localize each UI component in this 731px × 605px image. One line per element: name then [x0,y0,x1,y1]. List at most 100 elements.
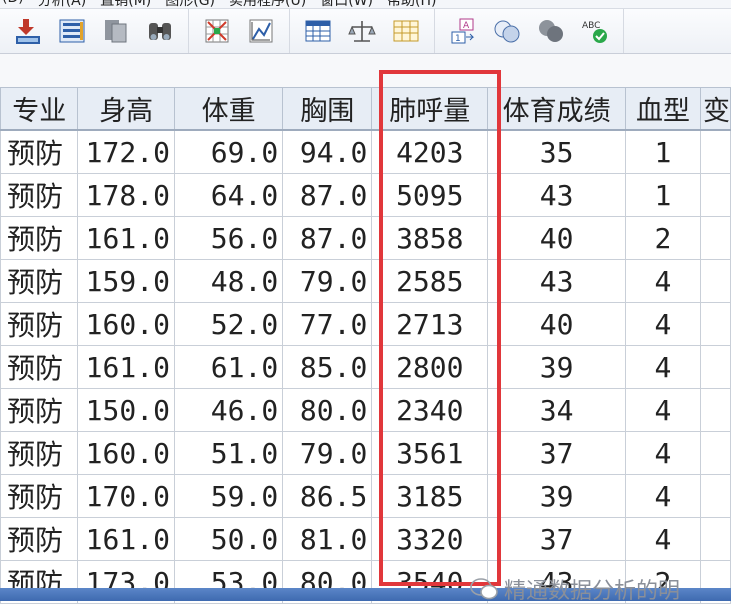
table-cell-empty[interactable] [699,302,731,346]
column-header[interactable]: 血型 [624,87,701,131]
table-cell[interactable]: 预防 [0,517,79,561]
table-cell[interactable]: 87.0 [282,216,373,260]
table-cell[interactable]: 40 [487,216,626,260]
table-cell[interactable]: 4 [624,474,701,518]
table-cell[interactable]: 80.0 [282,388,373,432]
table-cell[interactable]: 预防 [0,474,79,518]
table-cell[interactable]: 64.0 [173,173,284,217]
table-cell[interactable]: 4 [624,431,701,475]
table-cell[interactable]: 预防 [0,388,79,432]
table-cell[interactable]: 86.5 [282,474,373,518]
table-cell[interactable]: 51.0 [173,431,284,475]
menu-item[interactable]: 分析(A) [38,0,87,8]
chart-builder-icon[interactable] [246,16,276,46]
table-cell-empty[interactable] [699,129,731,174]
table-cell[interactable]: 4203 [371,129,489,174]
table-cell[interactable]: 2 [624,216,701,260]
menu-item[interactable]: 图形(G) [165,0,215,8]
table-cell[interactable]: 52.0 [173,302,284,346]
table-cell[interactable]: 56.0 [173,216,284,260]
table-cell[interactable]: 预防 [0,129,79,174]
menu-item[interactable]: 直销(M) [100,0,151,8]
table-cell[interactable]: 37 [487,517,626,561]
table-cell[interactable]: 37 [487,431,626,475]
table-cell[interactable]: 79.0 [282,431,373,475]
table-cell[interactable]: 1 [624,173,701,217]
column-header[interactable]: 体育成绩 [487,87,626,131]
table-cell[interactable]: 4 [624,345,701,389]
column-header[interactable]: 体重 [173,87,284,131]
column-header[interactable]: 专业 [0,87,79,131]
table-cell[interactable]: 170.0 [77,474,175,518]
column-header[interactable]: 肺呼量 [371,87,489,131]
find-icon[interactable] [145,16,175,46]
table-cell[interactable]: 4 [624,259,701,303]
table-cell-empty[interactable] [699,388,731,432]
table-cell[interactable]: 39 [487,474,626,518]
menu-item[interactable]: 实用程序(U) [229,0,306,8]
column-header[interactable]: 胸围 [282,87,373,131]
table-cell[interactable]: 3858 [371,216,489,260]
table-cell[interactable]: 预防 [0,216,79,260]
table-cell[interactable]: 150.0 [77,388,175,432]
table-cell[interactable]: 172.0 [77,129,175,174]
table-cell[interactable]: 69.0 [173,129,284,174]
table-cell[interactable]: 59.0 [173,474,284,518]
table-cell[interactable]: 40 [487,302,626,346]
table-cell[interactable]: 48.0 [173,259,284,303]
table-cell[interactable]: 94.0 [282,129,373,174]
table-cell[interactable]: 35 [487,129,626,174]
table-cell[interactable]: 5095 [371,173,489,217]
variables-list-icon[interactable] [57,16,87,46]
menu-item[interactable]: 窗口(W) [320,0,373,8]
table-cell[interactable]: 161.0 [77,345,175,389]
table-cell-empty[interactable] [699,259,731,303]
table-cell[interactable]: 79.0 [282,259,373,303]
table-cell[interactable]: 预防 [0,302,79,346]
table-cell[interactable]: 1 [624,129,701,174]
table-cell-empty[interactable] [699,517,731,561]
table-cell[interactable]: 50.0 [173,517,284,561]
bubbles-icon[interactable] [536,16,566,46]
table-cell[interactable]: 3561 [371,431,489,475]
table-cell[interactable]: 34 [487,388,626,432]
data-table-icon[interactable] [303,16,333,46]
table-cell-empty[interactable] [699,345,731,389]
table-cell[interactable]: 46.0 [173,388,284,432]
table-cell[interactable]: 3320 [371,517,489,561]
table-cell-empty[interactable] [699,173,731,217]
table-cell-empty[interactable] [699,216,731,260]
table-cell[interactable]: 61.0 [173,345,284,389]
spelling-icon[interactable]: ABC [580,16,610,46]
table-cell[interactable]: 81.0 [282,517,373,561]
table-cell[interactable]: 4 [624,388,701,432]
table-cell[interactable]: 160.0 [77,302,175,346]
split-file-icon[interactable] [101,16,131,46]
table-cell[interactable]: 43 [487,259,626,303]
table-cell[interactable]: 2585 [371,259,489,303]
table-cell[interactable]: 77.0 [282,302,373,346]
insert-variable-icon[interactable]: A1 [448,16,478,46]
table-cell-empty[interactable] [699,431,731,475]
table-cell[interactable]: 3185 [371,474,489,518]
table-cell-empty[interactable] [699,474,731,518]
table-cell[interactable]: 预防 [0,431,79,475]
table-cell[interactable]: 预防 [0,173,79,217]
import-data-icon[interactable] [13,16,43,46]
table-cell[interactable]: 预防 [0,259,79,303]
table-cell[interactable]: 161.0 [77,216,175,260]
table-cell[interactable]: 预防 [0,345,79,389]
table-cell[interactable]: 178.0 [77,173,175,217]
circles-icon[interactable] [492,16,522,46]
table-cell[interactable]: 159.0 [77,259,175,303]
select-cases-icon[interactable] [202,16,232,46]
table-cell[interactable]: 161.0 [77,517,175,561]
weight-cases-icon[interactable] [347,16,377,46]
table-cell[interactable]: 4 [624,302,701,346]
menu-item[interactable]: 帮助(H) [387,0,436,8]
table-cell[interactable]: 160.0 [77,431,175,475]
table-cell[interactable]: 85.0 [282,345,373,389]
table-cell[interactable]: 4 [624,517,701,561]
value-labels-icon[interactable] [391,16,421,46]
table-cell[interactable]: 2340 [371,388,489,432]
